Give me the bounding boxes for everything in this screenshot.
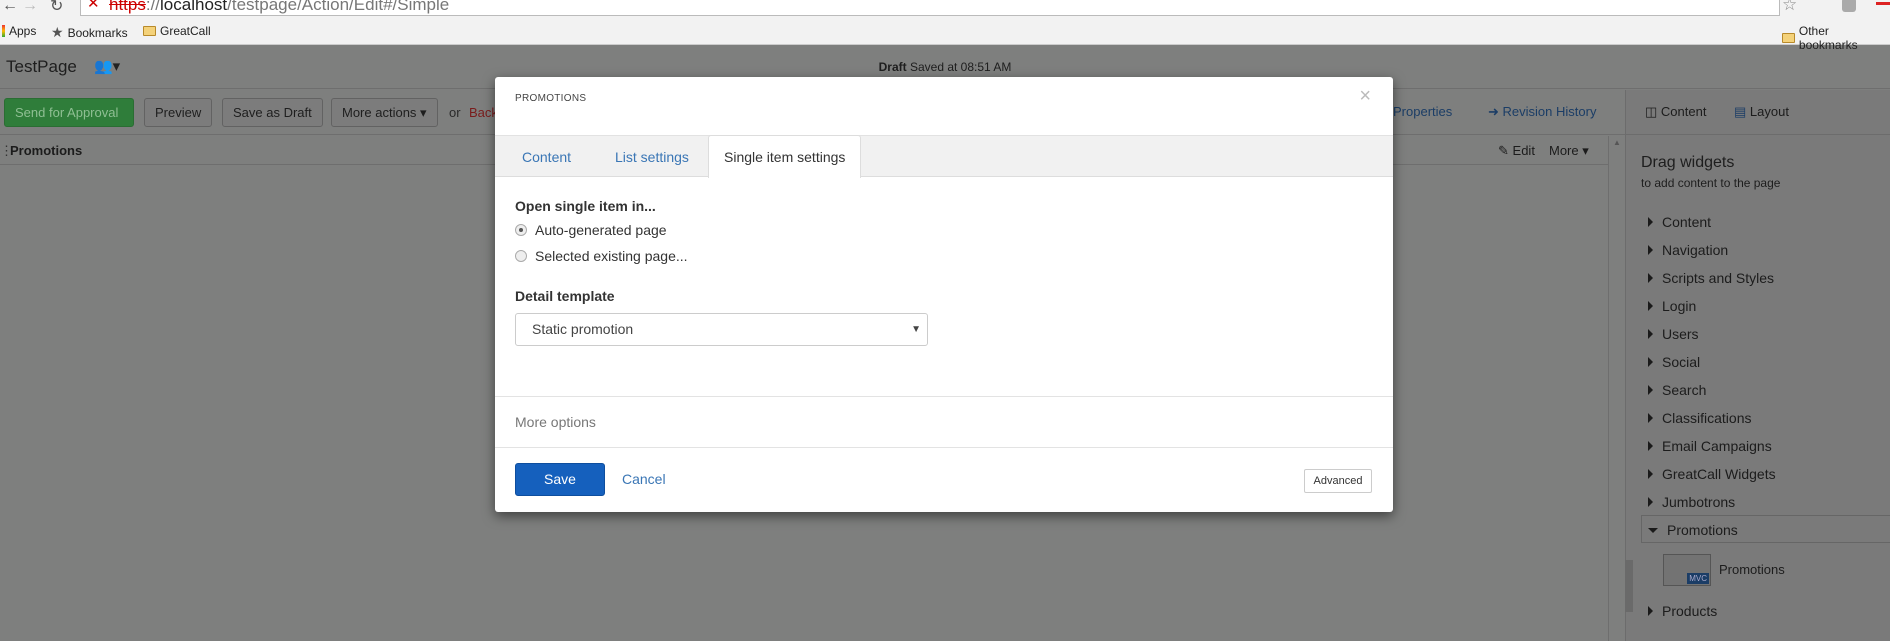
bookmark-greatcall[interactable]: GreatCall: [143, 24, 211, 38]
sidebar-group-search[interactable]: Search: [1648, 382, 1706, 398]
detail-template-select[interactable]: Static promotion ▼: [515, 313, 928, 346]
caret-right-icon: [1648, 469, 1653, 479]
caret-right-icon: [1648, 329, 1653, 339]
back-icon[interactable]: ←: [2, 0, 18, 15]
more-options-link[interactable]: More options: [515, 414, 596, 430]
folder-icon: [1782, 33, 1795, 43]
caret-right-icon: [1648, 245, 1653, 255]
sidebar-collapse-handle[interactable]: [1625, 560, 1633, 612]
widgets-sidebar: ◫ Content ▤ Layout Drag widgets to add c…: [1625, 90, 1890, 641]
properties-link[interactable]: Properties: [1393, 104, 1452, 119]
tab-content[interactable]: ◫ Content: [1645, 104, 1706, 120]
caret-right-icon: [1648, 441, 1653, 451]
revision-history-link[interactable]: ➜ Revision History: [1488, 104, 1596, 120]
star-icon[interactable]: ☆: [1782, 0, 1797, 15]
radio-checked-icon: [515, 224, 527, 236]
sidebar-group-scripts-and-styles[interactable]: Scripts and Styles: [1648, 270, 1774, 286]
caret-right-icon: [1648, 413, 1653, 423]
caret-right-icon: [1648, 301, 1653, 311]
close-icon[interactable]: ×: [1359, 85, 1371, 108]
sidebar-group-social[interactable]: Social: [1648, 354, 1700, 370]
sidebar-group-greatcall-widgets[interactable]: GreatCall Widgets: [1648, 466, 1776, 482]
bookmarks-bar: Apps ★ Bookmarks GreatCall Other bookmark…: [0, 17, 1890, 52]
preview-button[interactable]: Preview: [144, 98, 213, 127]
scrollbar[interactable]: ▲: [1608, 136, 1625, 641]
sidebar-group-navigation[interactable]: Navigation: [1648, 242, 1728, 258]
caret-down-icon: ▾: [420, 105, 427, 120]
back-link[interactable]: Back: [469, 105, 498, 120]
advanced-button[interactable]: Advanced: [1304, 469, 1372, 493]
bookmark-bookmarks[interactable]: ★ Bookmarks: [51, 24, 128, 41]
more-actions-button[interactable]: More actions ▾: [331, 98, 438, 127]
layout-icon: ▤: [1734, 104, 1747, 119]
caret-right-icon: [1648, 385, 1653, 395]
caret-right-icon: [1648, 273, 1653, 283]
extension-icon[interactable]: [1842, 0, 1856, 12]
draft-status: Draft Saved at 08:51 AM: [878, 60, 1012, 74]
folder-icon: [143, 26, 156, 36]
tab-content[interactable]: Content: [522, 136, 571, 178]
dialog-title: PROMOTIONS: [515, 93, 587, 104]
radio-unchecked-icon: [515, 250, 527, 262]
sidebar-group-promotions-expanded[interactable]: [1641, 515, 1890, 543]
save-as-draft-button[interactable]: Save as Draft: [222, 98, 323, 127]
dialog-tabs: Content List settings Single item settin…: [495, 135, 1393, 178]
bookmark-apps[interactable]: Apps: [2, 24, 36, 38]
open-in-label: Open single item in...: [515, 198, 656, 214]
tab-layout[interactable]: ▤ Layout: [1734, 104, 1789, 120]
insecure-icon: ✕: [87, 0, 100, 12]
sidebar-group-products[interactable]: Products: [1648, 603, 1717, 619]
save-button[interactable]: Save: [515, 463, 605, 496]
menu-icon[interactable]: [1876, 2, 1890, 5]
send-for-approval-button[interactable]: Send for Approval: [4, 98, 134, 127]
sidebar-group-email-campaigns[interactable]: Email Campaigns: [1648, 438, 1772, 454]
cancel-link[interactable]: Cancel: [622, 471, 666, 487]
sidebar-group-classifications[interactable]: Classifications: [1648, 410, 1751, 426]
radio-auto-generated[interactable]: Auto-generated page: [515, 222, 667, 238]
reload-icon[interactable]: ↻: [50, 0, 63, 16]
radio-selected-existing[interactable]: Selected existing page...: [515, 248, 688, 264]
caret-right-icon: [1648, 606, 1653, 616]
caret-down-icon: ▼: [911, 324, 921, 335]
url-input[interactable]: ✕ https://localhost/testpage/Action/Edit#…: [80, 0, 1780, 16]
caret-right-icon: [1648, 497, 1653, 507]
tab-single-item-settings[interactable]: Single item settings: [708, 135, 862, 178]
sidebar-group-jumbotrons[interactable]: Jumbotrons: [1648, 494, 1735, 510]
arrow-circle-icon: ➜: [1488, 104, 1499, 119]
sidebar-group-content[interactable]: Content: [1648, 214, 1711, 230]
forward-icon[interactable]: →: [22, 0, 38, 15]
detail-template-label: Detail template: [515, 288, 615, 304]
promotions-dialog: PROMOTIONS × Content List settings Singl…: [495, 77, 1393, 512]
more-button[interactable]: More ▾: [1549, 143, 1589, 159]
widget-promotions[interactable]: Promotions: [1719, 562, 1785, 577]
browser-address-bar: ← → ↻ ✕ https://localhost/testpage/Action…: [0, 0, 1890, 17]
sidebar-group-login[interactable]: Login: [1648, 298, 1696, 314]
caret-right-icon: [1648, 217, 1653, 227]
tab-list-settings[interactable]: List settings: [615, 136, 689, 178]
edit-button[interactable]: ✎ Edit: [1498, 143, 1535, 159]
star-icon: ★: [51, 24, 64, 40]
sidebar-group-users[interactable]: Users: [1648, 326, 1699, 342]
pencil-icon: ✎: [1498, 143, 1509, 158]
caret-right-icon: [1648, 357, 1653, 367]
apps-icon: [2, 25, 5, 37]
mvc-widget-icon[interactable]: MVC: [1663, 554, 1711, 586]
